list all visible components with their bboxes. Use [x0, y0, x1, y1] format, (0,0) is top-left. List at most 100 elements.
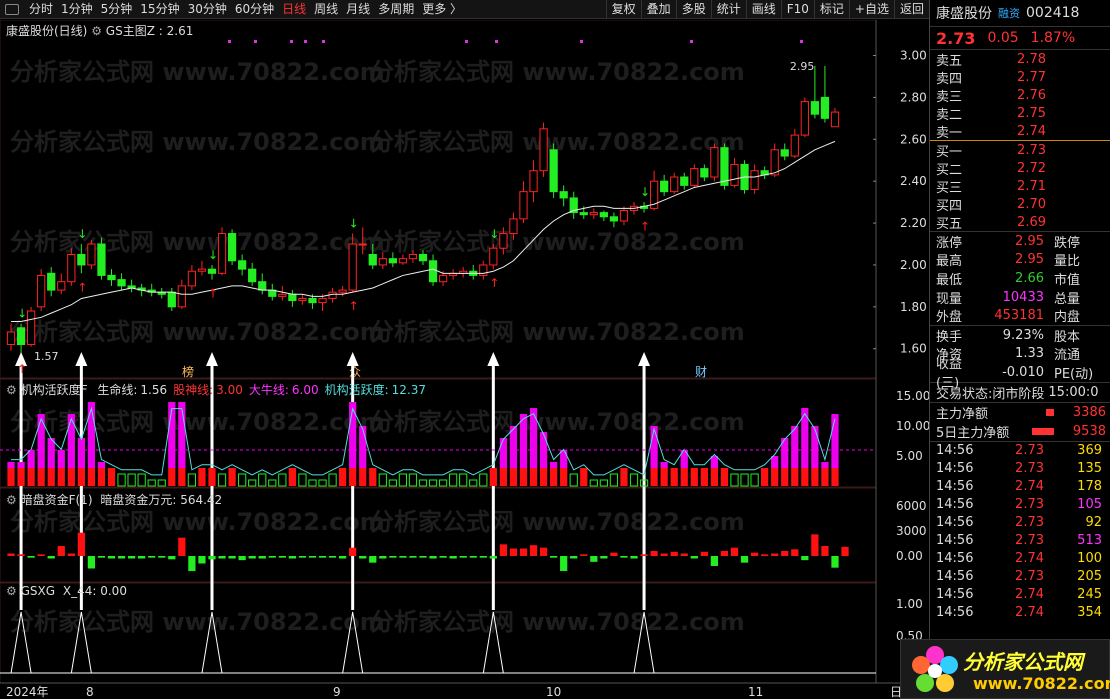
dark-fund-bar: [107, 556, 116, 559]
date-axis-label: 9: [333, 685, 341, 699]
tick-list[interactable]: 14:56 2.73 369 14:56 2.73 135 14:56 2.74 178 14:5…: [930, 442, 1110, 622]
quote-stats-2: 换手 9.23% 股本 净资 1.33 流通 收益(三) -0.010 PE(动): [930, 326, 1110, 391]
tick-time: 14:56: [936, 569, 974, 585]
candle-body: [810, 101, 819, 115]
price-axis-label: 3.00: [900, 49, 927, 63]
activity-base-bar: [539, 468, 548, 486]
signal-dot: [800, 40, 803, 43]
activity-base-bar: [117, 473, 126, 487]
event-tag[interactable]: 众: [349, 365, 361, 379]
logo-title: 分析家公式网: [963, 650, 1083, 674]
sub2-axis-label: 6000: [896, 499, 927, 513]
candle-body: [700, 168, 709, 178]
candle-body: [6, 331, 16, 346]
sub2-name[interactable]: 暗盘资金F(1): [21, 493, 93, 507]
tool-button[interactable]: +自选: [848, 0, 894, 18]
stat-value: 2.95: [1015, 252, 1044, 268]
bid-price: 2.71: [1017, 178, 1046, 194]
tick-price: 2.73: [1015, 497, 1044, 513]
stock-code: 002418: [1026, 5, 1080, 21]
dark-fund-bar: [278, 556, 286, 558]
tick-volume: 105: [1077, 497, 1102, 513]
flow-label: 主力净额: [936, 406, 989, 422]
candle-body: [499, 233, 508, 249]
tick-price: 2.74: [1015, 479, 1044, 495]
activity-base-bar: [127, 473, 136, 487]
settings-icon[interactable]: ⚙: [91, 24, 102, 38]
candle-body: [288, 293, 297, 302]
activity-base-bar: [730, 473, 739, 487]
candle-body: [167, 291, 176, 308]
settings-icon[interactable]: ⚙: [6, 493, 17, 507]
event-tag[interactable]: 财: [695, 365, 707, 379]
dark-fund-bar: [67, 553, 75, 556]
price-axis-label: 2.20: [900, 216, 927, 230]
event-tag[interactable]: 榜: [182, 364, 194, 379]
indicator-name[interactable]: GS主图Z: [106, 24, 155, 38]
price-axis-label: 1.60: [900, 342, 927, 356]
tool-button[interactable]: 标记: [813, 0, 849, 18]
activity-base-bar: [238, 473, 247, 487]
sub2-value: 564.42: [180, 493, 223, 507]
watermark: 分析家公式网 www.70822.com: [370, 408, 745, 436]
dark-fund-bar: [37, 554, 45, 556]
candle-body: [800, 101, 809, 136]
tab-period[interactable]: 15分钟: [136, 0, 183, 19]
activity-base-bar: [369, 468, 377, 486]
stat-label-2: 流通: [1054, 348, 1081, 364]
down-arrow-icon: ↓: [489, 227, 499, 241]
tab-period[interactable]: 月线: [342, 0, 374, 19]
tool-button[interactable]: 统计: [710, 0, 746, 18]
tab-period[interactable]: 1分钟: [57, 0, 97, 19]
bid-label: 买一: [936, 144, 963, 160]
tool-button[interactable]: 返回: [893, 0, 929, 18]
kline-chart[interactable]: 分析家公式网 www.70822.com 分析家公式网 www.70822.com…: [0, 19, 930, 699]
dark-fund-bar: [761, 554, 769, 556]
watermark: 分析家公式网 www.70822.com: [10, 128, 385, 156]
activity-base-bar: [529, 468, 538, 486]
tab-period[interactable]: 日线: [278, 0, 310, 19]
menu-icon[interactable]: [5, 3, 19, 15]
activity-base-bar: [680, 468, 688, 486]
watermark: 分析家公式网 www.70822.com: [370, 608, 745, 636]
tab-period[interactable]: 30分钟: [184, 0, 231, 19]
tool-button[interactable]: 多股: [675, 0, 711, 18]
activity-base-bar: [268, 479, 277, 487]
stat-label: 换手: [936, 329, 963, 345]
signal-dot: [465, 40, 468, 43]
candle-body: [207, 268, 217, 274]
candle-body: [428, 260, 438, 283]
activity-bar: [811, 426, 819, 468]
settings-icon[interactable]: ⚙: [6, 584, 17, 598]
activity-base-bar: [27, 468, 35, 486]
bid-price: 2.69: [1017, 214, 1046, 230]
price-change: 0.05: [987, 30, 1019, 46]
dark-fund-bar: [228, 556, 236, 559]
tool-button[interactable]: 画线: [745, 0, 781, 18]
tab-period[interactable]: 分时: [25, 0, 57, 19]
tick-time: 14:56: [936, 497, 974, 513]
tab-period[interactable]: 更多 〉: [418, 0, 466, 19]
activity-base-bar: [157, 479, 166, 487]
tab-period[interactable]: 60分钟: [231, 0, 278, 19]
tab-period[interactable]: 周线: [310, 0, 342, 19]
sub1-axis-label: 5.00: [896, 449, 923, 463]
activity-base-bar: [438, 479, 448, 487]
tool-button[interactable]: F10: [780, 0, 814, 18]
tool-button[interactable]: 复权: [605, 0, 641, 18]
tool-button[interactable]: 叠加: [640, 0, 676, 18]
tick-price: 2.74: [1015, 551, 1044, 567]
activity-base-bar: [208, 468, 216, 486]
candle-body: [197, 268, 207, 272]
sub3-name[interactable]: GSXG: [21, 584, 55, 598]
tick-volume: 245: [1077, 587, 1102, 603]
candle-body: [710, 147, 719, 178]
tab-period[interactable]: 5分钟: [97, 0, 137, 19]
tab-period[interactable]: 多周期: [374, 0, 418, 19]
candle-body: [820, 96, 830, 119]
bid-label: 买四: [936, 198, 963, 214]
stat-row: 收益(三) -0.010 PE(动): [930, 357, 1110, 391]
sub1-name[interactable]: 机构活跃度F: [21, 383, 88, 397]
tick-time: 14:56: [936, 605, 974, 621]
settings-icon[interactable]: ⚙: [6, 383, 17, 397]
